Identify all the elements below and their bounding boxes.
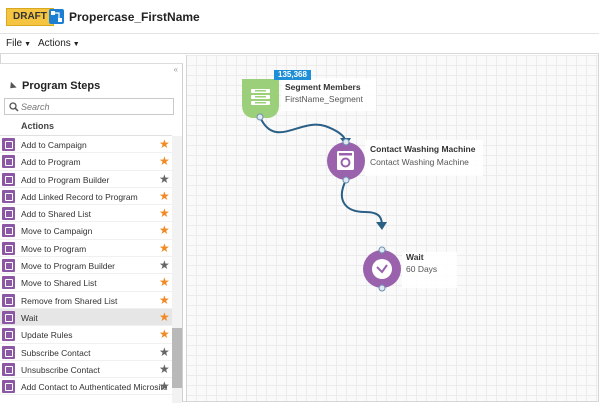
list-item-label: Move to Program [21, 243, 87, 254]
list-item[interactable]: Add to Program Builder ★ [0, 171, 172, 188]
star-icon[interactable]: ★ [159, 206, 170, 220]
segment-count-badge: 135,368 [274, 70, 311, 80]
list-item-label: Wait [21, 312, 38, 323]
list-item[interactable]: Move to Program ★ [0, 240, 172, 258]
input-port [342, 138, 350, 146]
step-action-icon [2, 380, 15, 394]
step-action-icon [2, 345, 15, 359]
segment-node-name: Segment Members [285, 82, 361, 92]
star-icon[interactable]: ★ [159, 258, 170, 272]
list-item[interactable]: Add to Shared List ★ [0, 205, 172, 223]
star-icon[interactable]: ★ [159, 223, 170, 237]
star-icon[interactable]: ★ [159, 379, 170, 393]
step-action-icon [2, 362, 15, 376]
step-action-icon [2, 138, 15, 151]
program-steps-list: Add to Campaign ★ Add to Program ★ Add to Pr… [0, 136, 172, 396]
list-item[interactable]: Subscribe Contact ★ [0, 344, 172, 361]
clock-icon [372, 259, 392, 279]
step-action-icon [2, 224, 15, 238]
search-field[interactable] [4, 98, 174, 115]
star-icon[interactable]: ★ [159, 154, 170, 168]
step-action-icon [2, 328, 15, 342]
list-item-label: Add Linked Record to Program [21, 191, 138, 202]
step-action-icon [2, 276, 15, 290]
step-action-icon [2, 207, 15, 221]
star-icon[interactable]: ★ [159, 241, 170, 255]
output-port [256, 113, 264, 121]
star-icon[interactable]: ★ [159, 310, 170, 324]
wait-node[interactable] [363, 246, 401, 292]
star-icon[interactable]: ★ [159, 275, 170, 289]
expand-triangle-icon [7, 81, 17, 91]
star-icon[interactable]: ★ [159, 189, 170, 203]
scrollbar-thumb[interactable] [172, 328, 182, 388]
collapse-panel-icon[interactable]: « [174, 65, 178, 74]
list-item[interactable]: Add to Campaign ★ [0, 136, 172, 154]
washing-node-name: Contact Washing Machine [370, 144, 476, 154]
segment-icon [251, 89, 270, 105]
step-action-icon [2, 293, 15, 307]
list-item[interactable]: Add Contact to Authenticated Microsite ★ [0, 378, 172, 396]
panel-title[interactable]: Program Steps [7, 80, 101, 92]
star-icon[interactable]: ★ [159, 327, 170, 341]
segment-node-subtitle: FirstName_Segment [285, 94, 363, 104]
list-item[interactable]: Add to Program ★ [0, 153, 172, 171]
list-scrollbar[interactable] [172, 136, 182, 403]
list-item[interactable]: Wait ★ [0, 308, 172, 327]
list-item[interactable]: Move to Shared List ★ [0, 274, 172, 292]
output-port [378, 284, 386, 292]
star-icon[interactable]: ★ [159, 137, 170, 151]
step-action-icon [2, 241, 15, 255]
list-item-label: Move to Shared List [21, 278, 97, 289]
list-item-label: Move to Program Builder [21, 261, 116, 272]
list-item[interactable]: Add Linked Record to Program ★ [0, 188, 172, 206]
step-action-icon [2, 155, 15, 169]
list-item-label: Unsubscribe Contact [21, 364, 100, 375]
list-item-label: Move to Campaign [21, 226, 93, 237]
star-icon[interactable]: ★ [159, 345, 170, 359]
search-input[interactable] [21, 100, 171, 113]
arrow-head-icon [376, 222, 387, 230]
step-action-icon [2, 189, 15, 203]
panel-title-label: Program Steps [22, 80, 101, 92]
wait-node-subtitle: 60 Days [406, 264, 438, 274]
connector-segment-to-washing [259, 116, 347, 143]
list-item-label: Remove from Shared List [21, 295, 118, 306]
connector-washing-to-wait [340, 179, 383, 227]
list-item[interactable]: Move to Campaign ★ [0, 222, 172, 240]
list-item-label: Add to Campaign [21, 140, 87, 150]
list-item[interactable]: Remove from Shared List ★ [0, 292, 172, 309]
program-steps-panel: « Program Steps Actions Add to Campaign ★… [0, 63, 183, 403]
step-action-icon [2, 172, 15, 186]
list-item-label: Add Contact to Authenticated Microsite [21, 382, 168, 393]
washing-machine-node[interactable] [327, 138, 365, 184]
search-icon [9, 102, 19, 112]
step-action-icon [2, 310, 15, 324]
output-port [342, 176, 350, 184]
list-item[interactable]: Update Rules ★ [0, 326, 172, 344]
list-item-label: Add to Shared List [21, 209, 91, 220]
list-item-label: Add to Program [21, 157, 81, 168]
step-action-icon [2, 259, 15, 273]
list-item[interactable]: Unsubscribe Contact ★ [0, 361, 172, 379]
list-item[interactable]: Move to Program Builder ★ [0, 257, 172, 275]
star-icon[interactable]: ★ [159, 362, 170, 376]
input-port [378, 246, 386, 254]
actions-section-label: Actions [21, 121, 55, 131]
list-item-label: Add to Program Builder [21, 174, 110, 185]
list-item-label: Subscribe Contact [21, 347, 91, 358]
star-icon[interactable]: ★ [159, 293, 170, 307]
star-icon[interactable]: ★ [159, 172, 170, 186]
segment-members-node[interactable] [242, 79, 279, 121]
washing-machine-icon [337, 151, 354, 170]
list-item-label: Update Rules [21, 330, 73, 341]
wait-node-name: Wait [406, 252, 424, 262]
washing-node-subtitle: Contact Washing Machine [370, 157, 469, 167]
